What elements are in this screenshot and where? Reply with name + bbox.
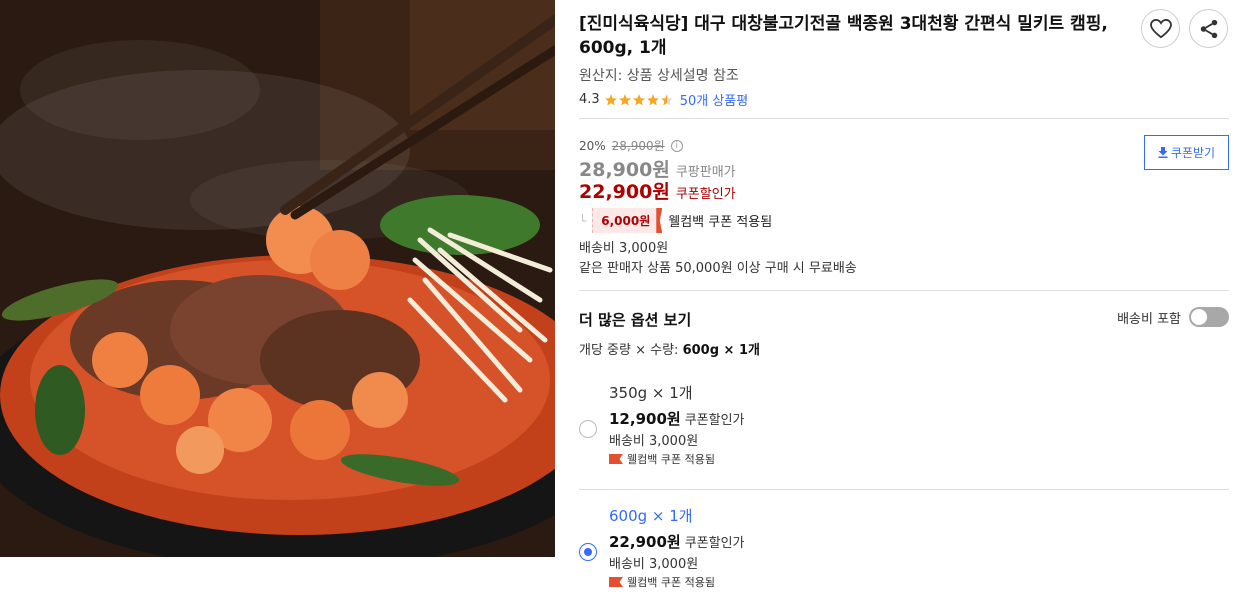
product-image[interactable] xyxy=(0,0,555,557)
free-shipping-note: 같은 판매자 상품 50,000원 이상 구매 시 무료배송 xyxy=(579,261,857,276)
option-price-label: 쿠폰할인가 xyxy=(684,413,745,428)
rating-row: 4.3 50개 상품평 xyxy=(579,90,748,109)
divider xyxy=(579,118,1229,119)
option-price: 22,900원 xyxy=(609,533,681,551)
coupon-download-label: 쿠폰받기 xyxy=(1170,146,1216,160)
more-options-heading: 더 많은 옵션 보기 xyxy=(579,311,692,329)
option-summary-value: 600g × 1개 xyxy=(682,343,760,358)
option-price-label: 쿠폰할인가 xyxy=(684,536,745,551)
coupon-price-row: 22,900원 쿠폰할인가 xyxy=(579,177,736,204)
option-summary: 개당 중량 × 수량: 600g × 1개 xyxy=(579,339,760,358)
welcome-coupon-amount: 6,000원 xyxy=(592,208,657,233)
star-icon xyxy=(618,93,631,105)
product-info-panel: [진미식육식당] 대구 대창불고기전골 백종원 3대천황 간편식 밀키트 캠핑,… xyxy=(579,0,1231,596)
option-summary-label: 개당 중량 × 수량: xyxy=(579,343,679,358)
option-item-600g[interactable]: 600g × 1개 22,900원 쿠폰할인가 배송비 3,000원 웰컴백 쿠… xyxy=(579,505,1229,595)
discount-rate: 20% xyxy=(579,138,606,153)
option-coupon-label: 웰컴백 쿠폰 적용됨 xyxy=(627,576,715,589)
welcome-coupon-row: └ 6,000원 웰컴백 쿠폰 적용됨 xyxy=(579,208,772,233)
half-star-icon xyxy=(660,93,673,105)
star-icon xyxy=(604,93,617,105)
rating-number: 4.3 xyxy=(579,92,600,107)
original-price: 28,900원 xyxy=(611,139,665,153)
option-shipping: 배송비 3,000원 xyxy=(609,557,699,572)
option-radio-selected[interactable] xyxy=(579,543,597,561)
star-icon xyxy=(646,93,659,105)
info-icon[interactable]: i xyxy=(670,139,683,152)
product-photo-illustration xyxy=(0,0,555,557)
star-rating xyxy=(604,93,674,107)
option-coupon-row: 웰컴백 쿠폰 적용됨 xyxy=(609,451,715,467)
share-button[interactable] xyxy=(1189,9,1228,48)
coupon-price: 22,900원 xyxy=(579,181,670,203)
heart-icon xyxy=(1149,18,1172,38)
option-coupon-row: 웰컴백 쿠폰 적용됨 xyxy=(609,574,715,590)
coupon-download-button[interactable]: 쿠폰받기 xyxy=(1144,135,1229,170)
coupon-flag-icon xyxy=(609,454,623,464)
share-icon xyxy=(1200,19,1217,38)
option-price-row: 12,900원 쿠폰할인가 xyxy=(609,408,745,429)
product-origin: 원산지: 상품 상세설명 참조 xyxy=(579,68,739,84)
wishlist-button[interactable] xyxy=(1141,9,1180,48)
option-shipping: 배송비 3,000원 xyxy=(609,434,699,449)
option-radio[interactable] xyxy=(579,420,597,438)
branch-connector: └ xyxy=(579,213,587,228)
divider xyxy=(579,489,1229,490)
star-icon xyxy=(632,93,645,105)
option-name: 600g × 1개 xyxy=(609,507,693,525)
option-price: 12,900원 xyxy=(609,410,681,428)
review-count-link[interactable]: 50개 상품평 xyxy=(680,90,749,109)
option-coupon-label: 웰컴백 쿠폰 적용됨 xyxy=(627,453,715,466)
download-icon xyxy=(1158,147,1168,158)
discount-row: 20% 28,900원 i xyxy=(579,137,683,154)
option-item-350g[interactable]: 350g × 1개 12,900원 쿠폰할인가 배송비 3,000원 웰컴백 쿠… xyxy=(579,380,1229,475)
shipping-fee: 배송비 3,000원 xyxy=(579,241,669,256)
welcome-coupon-label: 웰컴백 쿠폰 적용됨 xyxy=(668,215,773,230)
include-shipping-toggle[interactable] xyxy=(1189,307,1229,327)
option-price-row: 22,900원 쿠폰할인가 xyxy=(609,531,745,552)
coupon-flag-icon xyxy=(609,577,623,587)
include-shipping-toggle-row: 배송비 포함 xyxy=(1117,307,1229,327)
include-shipping-label: 배송비 포함 xyxy=(1117,311,1181,327)
divider xyxy=(579,290,1229,291)
coupon-price-label: 쿠폰할인가 xyxy=(675,187,736,202)
product-title: [진미식육식당] 대구 대창불고기전골 백종원 3대천황 간편식 밀키트 캠핑,… xyxy=(579,14,1108,58)
toggle-knob xyxy=(1191,309,1207,325)
option-name: 350g × 1개 xyxy=(609,384,693,402)
